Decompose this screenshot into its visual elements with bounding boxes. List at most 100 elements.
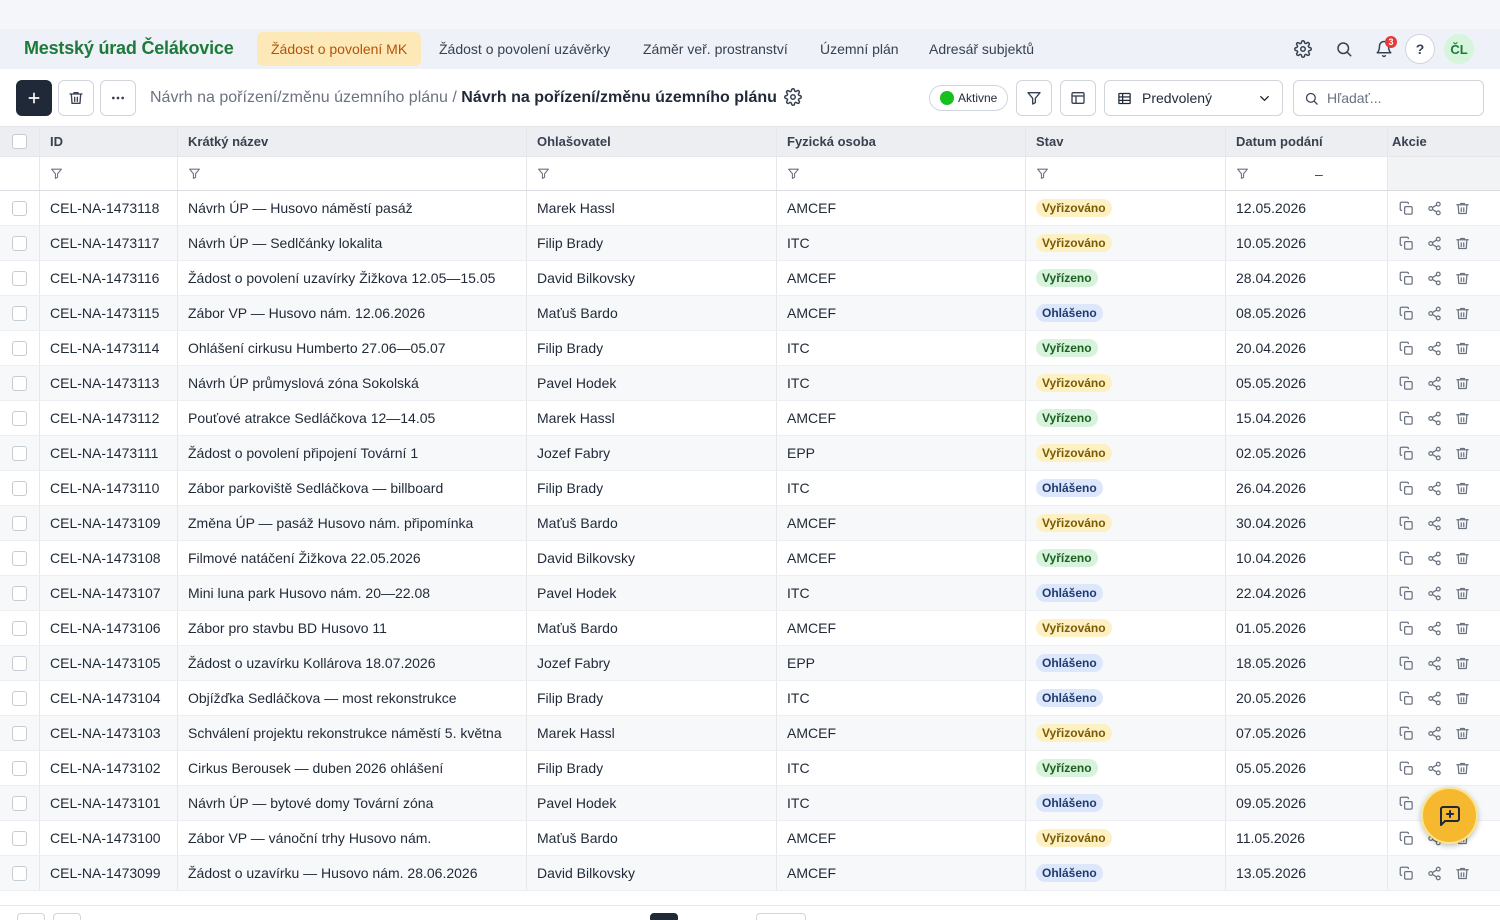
feedback-chat-button[interactable] <box>1421 787 1478 844</box>
filter-cell-fyzicka-osoba[interactable] <box>777 157 1026 190</box>
share-icon[interactable] <box>1420 194 1448 222</box>
copy-icon[interactable] <box>1392 404 1420 432</box>
copy-icon[interactable] <box>1392 579 1420 607</box>
filter-cell-stav[interactable] <box>1026 157 1226 190</box>
view-select[interactable]: Predvolený <box>1104 80 1283 116</box>
trash-icon[interactable] <box>1448 299 1476 327</box>
pagination-first-button[interactable] <box>17 913 45 920</box>
copy-icon[interactable] <box>1392 264 1420 292</box>
table-row[interactable]: CEL-NA-1473116 Žádost o povolení uzavírky… <box>0 261 1500 296</box>
share-icon[interactable] <box>1420 509 1448 537</box>
copy-icon[interactable] <box>1392 474 1420 502</box>
row-checkbox[interactable] <box>12 515 27 531</box>
row-checkbox[interactable] <box>12 410 27 426</box>
share-icon[interactable] <box>1420 719 1448 747</box>
filter-icon[interactable] <box>50 167 63 180</box>
avatar[interactable]: ČL <box>1444 34 1474 64</box>
select-all-checkbox[interactable] <box>12 134 27 149</box>
column-header-fyzicka-osoba[interactable]: Fyzická osoba <box>777 127 1026 156</box>
help-icon[interactable]: ? <box>1405 34 1435 64</box>
copy-icon[interactable] <box>1392 229 1420 257</box>
trash-icon[interactable] <box>1448 229 1476 257</box>
column-header-stav[interactable]: Stav <box>1026 127 1226 156</box>
table-row[interactable]: CEL-NA-1473114 Ohlášení cirkusu Humberto … <box>0 331 1500 366</box>
row-checkbox[interactable] <box>12 760 27 776</box>
share-icon[interactable] <box>1420 649 1448 677</box>
row-checkbox[interactable] <box>12 865 27 881</box>
column-header-datum[interactable]: Datum podání <box>1226 127 1388 156</box>
copy-icon[interactable] <box>1392 299 1420 327</box>
trash-icon[interactable] <box>1448 754 1476 782</box>
bell-icon[interactable]: 3 <box>1369 34 1399 64</box>
nav-tab-zadost-uzaverky[interactable]: Žádost o povolení uzávěrky <box>425 32 624 66</box>
trash-icon[interactable] <box>1448 194 1476 222</box>
table-row[interactable]: CEL-NA-1473111 Žádost o povolení připojen… <box>0 436 1500 471</box>
copy-icon[interactable] <box>1392 824 1420 852</box>
table-row[interactable]: CEL-NA-1473112 Pouťové atrakce Sedláčkova… <box>0 401 1500 436</box>
share-icon[interactable] <box>1420 439 1448 467</box>
more-button[interactable] <box>100 80 136 116</box>
pagination-page-current[interactable] <box>650 913 678 920</box>
table-row[interactable]: CEL-NA-1473103 Schválení projektu rekonst… <box>0 716 1500 751</box>
filter-cell-name[interactable] <box>178 157 527 190</box>
row-checkbox[interactable] <box>12 340 27 356</box>
column-header-name[interactable]: Krátký název <box>178 127 527 156</box>
copy-icon[interactable] <box>1392 649 1420 677</box>
nav-tab-adresar-subjektu[interactable]: Adresář subjektů <box>915 32 1048 66</box>
copy-icon[interactable] <box>1392 754 1420 782</box>
row-checkbox[interactable] <box>12 305 27 321</box>
app-title[interactable]: Mestský úrad Čelákovice <box>24 38 234 59</box>
row-checkbox[interactable] <box>12 725 27 741</box>
copy-icon[interactable] <box>1392 684 1420 712</box>
trash-icon[interactable] <box>1448 369 1476 397</box>
share-icon[interactable] <box>1420 299 1448 327</box>
table-row[interactable]: CEL-NA-1473115 Zábor VP — Husovo nám. 12.… <box>0 296 1500 331</box>
trash-icon[interactable] <box>1448 404 1476 432</box>
filter-cell-datum[interactable]: – <box>1226 157 1388 190</box>
table-row[interactable]: CEL-NA-1473105 Žádost o uzavírku Kollárov… <box>0 646 1500 681</box>
trash-icon[interactable] <box>1448 859 1476 887</box>
table-row[interactable]: CEL-NA-1473102 Cirkus Berousek — duben 20… <box>0 751 1500 786</box>
share-icon[interactable] <box>1420 544 1448 572</box>
filter-cell-ohlasovatel[interactable] <box>527 157 777 190</box>
share-icon[interactable] <box>1420 404 1448 432</box>
row-checkbox[interactable] <box>12 620 27 636</box>
trash-icon[interactable] <box>1448 474 1476 502</box>
filter-icon[interactable] <box>1036 167 1049 180</box>
trash-icon[interactable] <box>1448 579 1476 607</box>
share-icon[interactable] <box>1420 229 1448 257</box>
row-checkbox[interactable] <box>12 375 27 391</box>
copy-icon[interactable] <box>1392 509 1420 537</box>
row-checkbox[interactable] <box>12 830 27 846</box>
trash-icon[interactable] <box>1448 614 1476 642</box>
search-icon[interactable] <box>1329 34 1359 64</box>
row-checkbox[interactable] <box>12 795 27 811</box>
copy-icon[interactable] <box>1392 544 1420 572</box>
row-checkbox[interactable] <box>12 690 27 706</box>
gear-icon[interactable] <box>1288 34 1318 64</box>
share-icon[interactable] <box>1420 579 1448 607</box>
row-checkbox[interactable] <box>12 655 27 671</box>
nav-tab-uzemni-plan[interactable]: Územní plán <box>806 32 913 66</box>
share-icon[interactable] <box>1420 859 1448 887</box>
table-row[interactable]: CEL-NA-1473108 Filmové natáčení Žižkova 2… <box>0 541 1500 576</box>
share-icon[interactable] <box>1420 474 1448 502</box>
table-row[interactable]: CEL-NA-1473117 Návrh ÚP — Sedlčánky lokal… <box>0 226 1500 261</box>
trash-icon[interactable] <box>1448 334 1476 362</box>
copy-icon[interactable] <box>1392 439 1420 467</box>
column-header-id[interactable]: ID <box>40 127 178 156</box>
copy-icon[interactable] <box>1392 194 1420 222</box>
share-icon[interactable] <box>1420 754 1448 782</box>
share-icon[interactable] <box>1420 334 1448 362</box>
filter-icon[interactable] <box>1236 167 1249 180</box>
page-size-select[interactable] <box>756 913 806 920</box>
trash-icon[interactable] <box>1448 509 1476 537</box>
layout-button[interactable] <box>1060 80 1096 116</box>
copy-icon[interactable] <box>1392 369 1420 397</box>
copy-icon[interactable] <box>1392 719 1420 747</box>
table-row[interactable]: CEL-NA-1473107 Mini luna park Husovo nám.… <box>0 576 1500 611</box>
row-checkbox[interactable] <box>12 200 27 216</box>
pagination-prev-button[interactable] <box>53 913 81 920</box>
copy-icon[interactable] <box>1392 334 1420 362</box>
copy-icon[interactable] <box>1392 859 1420 887</box>
